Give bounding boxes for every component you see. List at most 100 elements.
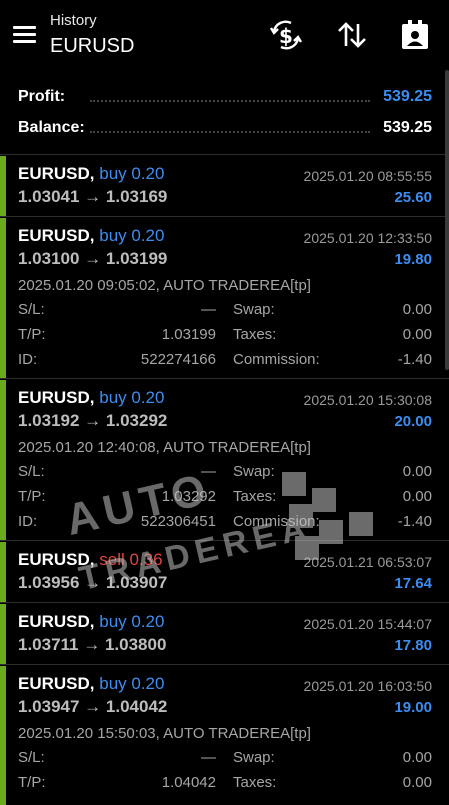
sl-value: — — [201, 463, 216, 480]
report-icon[interactable] — [398, 18, 432, 52]
screen-subtitle: History — [50, 12, 97, 29]
deal-prices: 1.03192 → 1.03292 — [18, 411, 168, 430]
deal-row[interactable]: EURUSD, buy 0.20 2025.01.20 12:33:50 1.031… — [0, 217, 449, 378]
deal-symbol: EURUSD, buy 0.20 — [18, 612, 164, 632]
deal-side: buy 0.20 — [99, 674, 165, 693]
deal-symbol: EURUSD, buy 0.20 — [18, 674, 164, 694]
deal-profit: 19.80 — [394, 251, 432, 268]
swap-value: 0.00 — [402, 463, 432, 480]
menu-icon[interactable] — [13, 24, 37, 44]
deal-accent-bar — [0, 604, 6, 664]
deal-profit: 17.64 — [394, 575, 432, 592]
currency-exchange-icon[interactable]: $ — [269, 18, 303, 52]
deal-prices: 1.03947 → 1.04042 — [18, 697, 168, 716]
swap-label: Swap: — [233, 301, 275, 318]
tp-label: T/P: — [18, 326, 46, 343]
deal-time: 2025.01.20 12:33:50 — [303, 230, 432, 246]
deal-accent-bar — [0, 218, 6, 378]
deal-time: 2025.01.20 08:55:55 — [303, 168, 432, 184]
deal-row[interactable]: EURUSD, buy 0.20 2025.01.20 08:55:55 1.030… — [0, 155, 449, 216]
tp-value: 1.03199 — [161, 326, 216, 343]
profit-label: Profit: — [18, 88, 66, 105]
tp-label: T/P: — [18, 774, 46, 791]
deal-symbol: EURUSD, buy 0.20 — [18, 164, 164, 184]
deal-prices: 1.03041 → 1.03169 — [18, 187, 168, 206]
deal-profit: 25.60 — [394, 189, 432, 206]
id-label: ID: — [18, 351, 38, 368]
deal-time: 2025.01.21 06:53:07 — [303, 554, 432, 570]
deal-side: sell 0.36 — [99, 550, 163, 569]
deal-symbol-text: EURUSD, — [18, 226, 95, 245]
deal-profit: 17.80 — [394, 637, 432, 654]
tp-value: 1.04042 — [161, 774, 216, 791]
taxes-value: 0.00 — [402, 326, 432, 343]
commission-label: Commission: — [233, 513, 320, 530]
taxes-label: Taxes: — [233, 488, 277, 505]
deal-time: 2025.01.20 15:30:08 — [303, 392, 432, 408]
taxes-value: 0.00 — [402, 774, 432, 791]
dotted-leader — [90, 131, 370, 133]
sort-icon[interactable] — [335, 18, 369, 52]
taxes-label: Taxes: — [233, 774, 277, 791]
swap-value: 0.00 — [402, 749, 432, 766]
deal-symbol-text: EURUSD, — [18, 612, 95, 631]
deal-prices: 1.03100 → 1.03199 — [18, 249, 168, 268]
deal-open-info: 2025.01.20 09:05:02, AUTO TRADEREA[tp] — [18, 277, 311, 294]
deal-open-info: 2025.01.20 12:40:08, AUTO TRADEREA[tp] — [18, 439, 311, 456]
tp-value: 1.03292 — [161, 488, 216, 505]
id-value: 522274166 — [140, 351, 216, 368]
swap-label: Swap: — [233, 749, 275, 766]
deal-side: buy 0.20 — [99, 226, 165, 245]
deal-symbol-text: EURUSD, — [18, 388, 95, 407]
account-summary: Profit: 539.25 Balance: 539.25 — [0, 78, 449, 154]
deal-side: buy 0.20 — [99, 164, 165, 183]
deal-open-info: 2025.01.20 15:50:03, AUTO TRADEREA[tp] — [18, 725, 311, 742]
deal-profit: 19.00 — [394, 699, 432, 716]
swap-value: 0.00 — [402, 301, 432, 318]
deal-symbol-text: EURUSD, — [18, 674, 95, 693]
deal-profit: 20.00 — [394, 413, 432, 430]
balance-value: 539.25 — [383, 119, 432, 136]
swap-label: Swap: — [233, 463, 275, 480]
deal-prices: 1.03956 → 1.03907 — [18, 573, 168, 592]
deal-symbol-text: EURUSD, — [18, 550, 95, 569]
app-bar: History EURUSD $ — [0, 0, 449, 70]
deal-row[interactable]: EURUSD, buy 0.20 2025.01.20 15:30:08 1.031… — [0, 379, 449, 540]
svg-text:$: $ — [279, 24, 293, 48]
deal-time: 2025.01.20 15:44:07 — [303, 616, 432, 632]
balance-row: Balance: 539.25 — [18, 119, 432, 143]
deal-row[interactable]: EURUSD, buy 0.20 2025.01.20 16:03:50 1.039… — [0, 665, 449, 805]
deal-symbol-text: EURUSD, — [18, 164, 95, 183]
dotted-leader — [90, 100, 370, 102]
profit-row: Profit: 539.25 — [18, 88, 432, 112]
deal-accent-bar — [0, 666, 6, 805]
deal-prices: 1.03711 → 1.03800 — [18, 635, 167, 654]
deal-accent-bar — [0, 542, 6, 602]
sl-label: S/L: — [18, 301, 45, 318]
sl-label: S/L: — [18, 749, 45, 766]
commission-label: Commission: — [233, 351, 320, 368]
deal-symbol: EURUSD, buy 0.20 — [18, 388, 164, 408]
taxes-value: 0.00 — [402, 488, 432, 505]
scrollbar[interactable] — [445, 70, 449, 370]
deal-accent-bar — [0, 380, 6, 540]
profit-value: 539.25 — [383, 88, 432, 105]
symbol-title[interactable]: EURUSD — [50, 35, 134, 58]
tp-label: T/P: — [18, 488, 46, 505]
taxes-label: Taxes: — [233, 326, 277, 343]
deal-side: buy 0.20 — [99, 612, 165, 631]
deal-symbol: EURUSD, sell 0.36 — [18, 550, 163, 570]
deal-accent-bar — [0, 156, 6, 216]
deal-time: 2025.01.20 16:03:50 — [303, 678, 432, 694]
commission-value: -1.40 — [397, 513, 432, 530]
sl-label: S/L: — [18, 463, 45, 480]
deal-row[interactable]: EURUSD, buy 0.20 2025.01.20 15:44:07 1.037… — [0, 603, 449, 664]
sl-value: — — [201, 301, 216, 318]
id-value: 522306451 — [140, 513, 216, 530]
balance-label: Balance: — [18, 119, 85, 136]
deal-row[interactable]: EURUSD, sell 0.36 2025.01.21 06:53:07 1.03… — [0, 541, 449, 602]
deal-side: buy 0.20 — [99, 388, 165, 407]
deal-symbol: EURUSD, buy 0.20 — [18, 226, 164, 246]
id-label: ID: — [18, 513, 38, 530]
sl-value: — — [201, 749, 216, 766]
